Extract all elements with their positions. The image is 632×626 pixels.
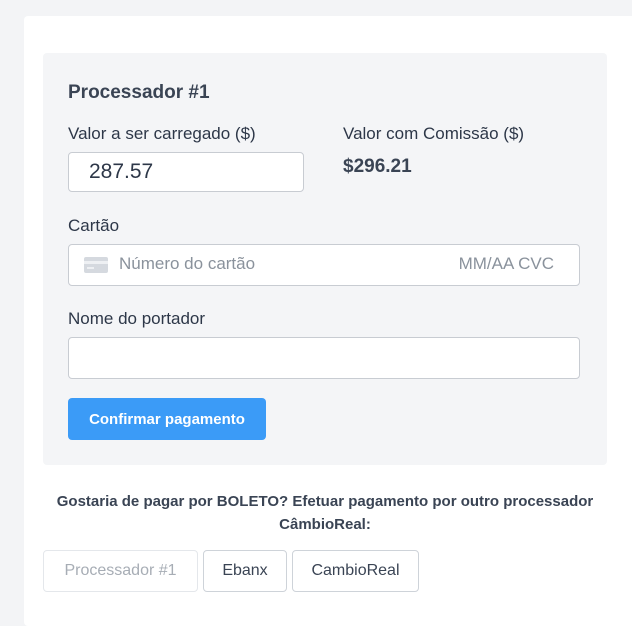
- cambioreal-button[interactable]: CambioReal: [292, 550, 419, 592]
- ebanx-button[interactable]: Ebanx: [203, 550, 287, 592]
- processor-1-button[interactable]: Processador #1: [43, 550, 198, 592]
- holder-name-input[interactable]: [68, 337, 580, 379]
- card-number-placeholder: Número do cartão: [119, 254, 256, 273]
- boleto-prompt: Gostaria de pagar por BOLETO? Efetuar pa…: [56, 493, 594, 533]
- card-exp-cvc-placeholder: MM/AA CVC: [458, 254, 554, 273]
- commission-value: $296.21: [343, 156, 412, 177]
- commission-label: Valor com Comissão ($): [343, 124, 525, 143]
- credit-card-icon: [84, 257, 108, 273]
- card-label: Cartão: [68, 216, 120, 235]
- card-input[interactable]: Número do cartão MM/AA CVC: [68, 244, 580, 286]
- amount-input[interactable]: 287.57: [68, 152, 304, 192]
- processor-button-group: Processador #1 Ebanx CambioReal: [43, 550, 419, 592]
- amount-label: Valor a ser carregado ($): [68, 124, 256, 143]
- holder-label: Nome do portador: [68, 309, 206, 328]
- confirm-payment-button[interactable]: Confirmar pagamento: [68, 398, 266, 440]
- panel-title: Processador #1: [68, 82, 210, 103]
- amount-value: 287.57: [89, 160, 154, 183]
